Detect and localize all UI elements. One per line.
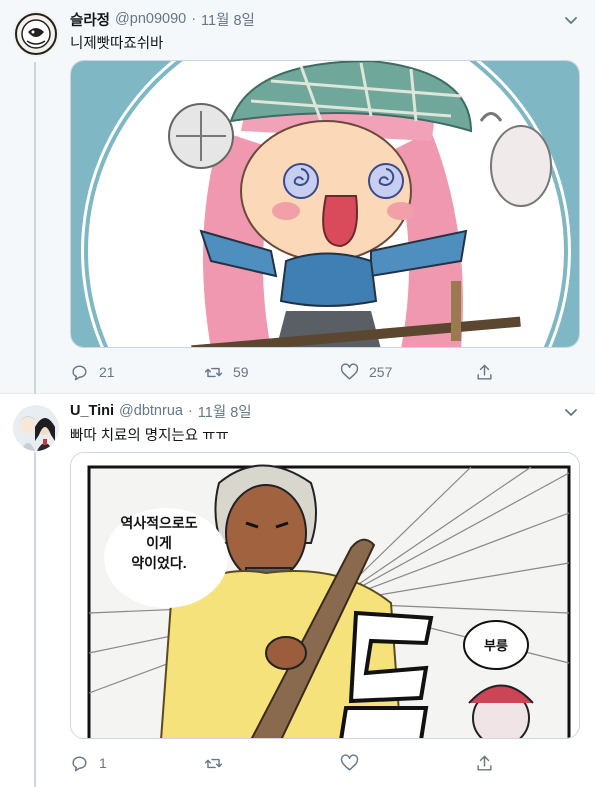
tweet-date[interactable]: 11월 8일 xyxy=(201,9,255,30)
speech-bubble-text: 부릉 xyxy=(484,638,508,653)
avatar[interactable] xyxy=(13,405,59,451)
speech-line: 역사적으로도 xyxy=(120,515,198,531)
thread-line xyxy=(34,452,36,787)
separator-dot: · xyxy=(191,11,197,27)
like-button[interactable] xyxy=(340,753,359,773)
tweet-text: 니제빳따죠쉬바 xyxy=(70,36,164,52)
tweet-header: 슬라정 @pn09090 · 11월 8일 xyxy=(70,9,255,29)
display-name[interactable]: 슬라정 xyxy=(70,9,110,30)
retweet-button[interactable]: 59 xyxy=(204,363,249,382)
speech-bubble-text: 역사적으로도 이게 약이었다. xyxy=(84,513,234,573)
share-button[interactable] xyxy=(475,363,494,382)
retweet-arrows-icon xyxy=(204,367,223,377)
tweet-image[interactable] xyxy=(70,60,580,348)
retweet-count: 59 xyxy=(233,364,249,380)
share-button[interactable] xyxy=(475,754,494,773)
speech-line: 이게 xyxy=(146,535,172,551)
reply-count: 1 xyxy=(99,755,107,771)
tweet-header: U_Tini @dbtnrua · 11월 8일 xyxy=(70,401,252,421)
tweet-date[interactable]: 11월 8일 xyxy=(198,401,252,422)
user-handle[interactable]: @dbtnrua xyxy=(119,403,183,419)
display-name[interactable]: U_Tini xyxy=(70,403,114,419)
retweet-arrows-icon xyxy=(204,758,223,768)
speech-line: 약이었다. xyxy=(131,555,187,571)
reply-button[interactable]: 1 xyxy=(70,754,107,773)
heart-icon xyxy=(340,362,359,380)
tweet-image[interactable]: 역사적으로도 이게 약이었다. 부릉 xyxy=(70,452,580,739)
reply-count: 21 xyxy=(99,364,115,380)
chevron-down-icon[interactable] xyxy=(563,12,579,28)
like-button[interactable]: 257 xyxy=(340,362,393,382)
speech-bubble-icon xyxy=(72,755,87,771)
tweet-actions: 1 xyxy=(70,751,500,775)
retweet-button[interactable] xyxy=(204,754,223,773)
speech-bubble-icon xyxy=(72,364,87,380)
separator-dot: · xyxy=(187,403,193,419)
tweet-text: 빠따 치료의 명지는요 ㅠㅠ xyxy=(70,428,229,444)
tweet[interactable]: 슬라정 @pn09090 · 11월 8일 니제빳따죠쉬바 21 59 257 xyxy=(0,0,595,394)
thread-line xyxy=(34,62,36,394)
share-upload-icon xyxy=(477,364,492,380)
chevron-down-icon[interactable] xyxy=(563,404,579,420)
reply-button[interactable]: 21 xyxy=(70,363,115,382)
like-count: 257 xyxy=(369,364,393,380)
heart-icon xyxy=(340,753,359,771)
tweet-actions: 21 59 257 xyxy=(70,360,500,384)
avatar[interactable] xyxy=(13,11,59,57)
user-handle[interactable]: @pn09090 xyxy=(115,11,186,27)
share-upload-icon xyxy=(477,755,492,771)
